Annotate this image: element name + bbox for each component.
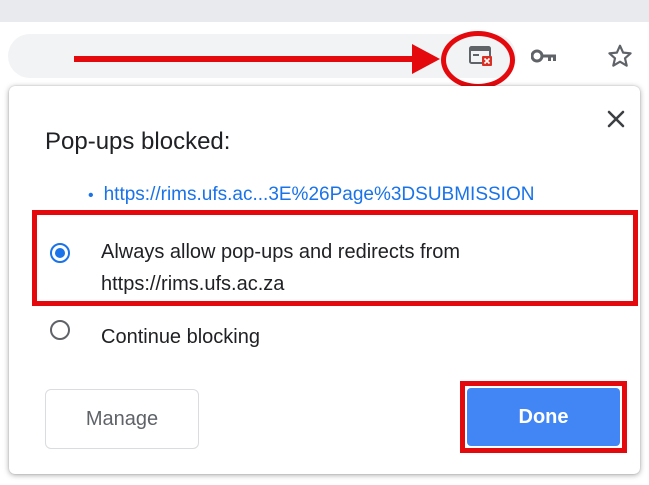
manage-button[interactable]: Manage: [45, 389, 199, 449]
blocked-popup-link[interactable]: • https://rims.ufs.ac...3E%26Page%3DSUBMI…: [88, 184, 534, 206]
annotation-arrow-head: [412, 44, 440, 74]
option-continue-blocking-label[interactable]: Continue blocking: [101, 321, 260, 353]
done-button[interactable]: Done: [467, 388, 620, 446]
star-icon[interactable]: [604, 40, 636, 72]
annotation-arrow-line: [74, 56, 414, 62]
radio-continue-blocking[interactable]: [50, 320, 70, 340]
blocked-popup-url[interactable]: https://rims.ufs.ac...3E%26Page%3DSUBMIS…: [104, 184, 535, 205]
window-top-band: [0, 0, 649, 22]
annotation-box-always-allow: [32, 210, 638, 306]
dialog-title: Pop-ups blocked:: [45, 128, 231, 155]
annotation-circle: [441, 31, 515, 89]
close-button[interactable]: [601, 104, 631, 134]
close-icon: [607, 110, 625, 128]
bullet-icon: •: [88, 187, 94, 204]
key-icon[interactable]: [528, 40, 560, 72]
